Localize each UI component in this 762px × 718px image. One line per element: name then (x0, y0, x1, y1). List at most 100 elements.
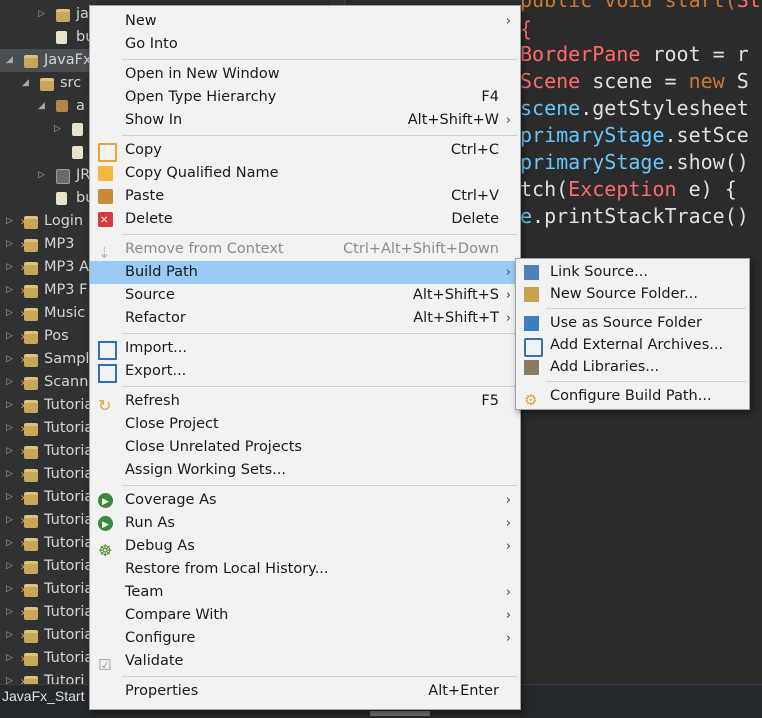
collapsed-arrow-icon[interactable]: ▷ (6, 532, 13, 555)
menu-item-build-path[interactable]: Build Path › (90, 261, 520, 284)
tree-row[interactable]: ▷ Scann (0, 371, 96, 396)
tree-row[interactable]: ◢ src (0, 72, 96, 95)
menu-item-close-unrelated-projects[interactable]: Close Unrelated Projects (90, 436, 520, 459)
menu-item-new[interactable]: New › (90, 10, 520, 33)
tree-row[interactable]: ▷ Tutoria (0, 394, 96, 419)
code-line: { (520, 16, 532, 43)
tree-row[interactable]: ▷java (0, 3, 96, 26)
menu-item-coverage-as[interactable]: Coverage As › (90, 489, 520, 514)
menu-item-remove-from-context: ⇣ Remove from Context Ctrl+Alt+Shift+Down (90, 238, 520, 262)
menu-item-restore-from-local-history[interactable]: Restore from Local History... (90, 558, 520, 581)
submenu-item-use-as-source-folder[interactable]: Use as Source Folder (516, 312, 749, 335)
menu-item-team[interactable]: Team › (90, 581, 520, 604)
submenu-item-new-source-folder[interactable]: New Source Folder... (516, 283, 749, 306)
tree-row[interactable]: ▷ (0, 118, 96, 141)
collapsed-arrow-icon[interactable]: ▷ (38, 3, 45, 26)
collapsed-arrow-icon[interactable]: ▷ (6, 440, 13, 463)
tree-row[interactable]: ▷ Tutoria (0, 555, 96, 580)
menu-item-export[interactable]: Export... (90, 360, 520, 383)
collapsed-arrow-icon[interactable]: ▷ (6, 670, 13, 684)
collapsed-arrow-icon[interactable]: ▷ (6, 302, 13, 325)
collapsed-arrow-icon[interactable]: ▷ (6, 348, 13, 371)
menu-item-assign-working-sets[interactable]: Assign Working Sets... (90, 459, 520, 482)
collapsed-arrow-icon[interactable]: ▷ (6, 624, 13, 647)
collapsed-arrow-icon[interactable]: ▷ (6, 256, 13, 279)
code-line: public void start(Stage pri (520, 0, 762, 14)
menu-item-debug-as[interactable]: ☸ Debug As › (90, 535, 520, 560)
tree-row[interactable]: ▷ Tutoria (0, 463, 96, 488)
menu-item-refresh[interactable]: ↻ Refresh F5 (90, 390, 520, 415)
tree-row[interactable]: ◢ JavaFx (0, 49, 96, 72)
tree-row[interactable]: bui (0, 26, 96, 49)
tree-row[interactable]: ▷ MP3 (0, 233, 96, 258)
tree-row[interactable]: ▷ Pos (0, 325, 96, 350)
collapsed-arrow-icon[interactable]: ▷ (6, 601, 13, 624)
submenu-item-link-source[interactable]: Link Source... (516, 261, 749, 284)
menu-item-copy[interactable]: Copy Ctrl+C (90, 139, 520, 162)
use-source-folder-icon (524, 316, 539, 331)
menu-item-show-in[interactable]: Show In Alt+Shift+W › (90, 109, 520, 132)
tree-row[interactable]: ▷ Tutoria (0, 486, 96, 511)
menu-item-configure[interactable]: Configure › (90, 627, 520, 650)
expanded-arrow-icon[interactable]: ◢ (6, 49, 13, 72)
menu-item-copy-qualified-name[interactable]: Copy Qualified Name (90, 162, 520, 185)
collapsed-arrow-icon[interactable]: ▷ (6, 647, 13, 670)
tree-row[interactable]: ▷ Tutoria (0, 624, 96, 649)
file-icon (56, 31, 67, 44)
menu-item-label: Go Into (125, 36, 178, 52)
menu-item-properties[interactable]: Properties Alt+Enter (90, 680, 520, 703)
tree-row[interactable]: ▷ Tutoria (0, 578, 96, 603)
collapsed-arrow-icon[interactable]: ▷ (54, 118, 61, 141)
tree-row[interactable]: ▷ Tutoria (0, 440, 96, 465)
menu-item-open-type-hierarchy[interactable]: Open Type Hierarchy F4 (90, 86, 520, 109)
tree-row[interactable]: ▷JRE (0, 164, 96, 187)
collapsed-arrow-icon[interactable]: ▷ (6, 509, 13, 532)
collapsed-arrow-icon[interactable]: ▷ (6, 555, 13, 578)
menu-item-close-project[interactable]: Close Project (90, 413, 520, 436)
tree-row[interactable]: ▷ Tutoria (0, 417, 96, 442)
tree-row[interactable]: ▷ Sampl (0, 348, 96, 373)
menu-item-validate[interactable]: ☑ Validate (90, 650, 520, 674)
tree-row[interactable]: ▷ Tutoria (0, 647, 96, 672)
submenu-item-add-external-archives[interactable]: Add External Archives... (516, 334, 749, 357)
tree-row[interactable]: ▷ MP3 F (0, 279, 96, 304)
menu-item-refactor[interactable]: Refactor Alt+Shift+T › (90, 307, 520, 330)
menu-item-run-as[interactable]: Run As › (90, 512, 520, 537)
menu-item-paste[interactable]: Paste Ctrl+V (90, 185, 520, 208)
tree-row[interactable]: ▷ Tutori (0, 670, 96, 684)
code-line: BorderPane root = r (520, 41, 749, 68)
menu-item-import[interactable]: Import... (90, 337, 520, 360)
menu-item-open-in-new-window[interactable]: Open in New Window (90, 63, 520, 86)
expanded-arrow-icon[interactable]: ◢ (22, 72, 29, 95)
tree-row[interactable]: ▷ Tutoria (0, 532, 96, 557)
menu-item-compare-with[interactable]: Compare With › (90, 604, 520, 627)
submenu-item-add-libraries[interactable]: Add Libraries... (516, 356, 749, 379)
tree-row[interactable]: ▷ Login (0, 210, 96, 235)
collapsed-arrow-icon[interactable]: ▷ (6, 486, 13, 509)
tree-row[interactable]: bui (0, 187, 96, 210)
collapsed-arrow-icon[interactable]: ▷ (6, 578, 13, 601)
tree-row[interactable]: ▷ Tutoria (0, 509, 96, 534)
collapsed-arrow-icon[interactable]: ▷ (6, 233, 13, 256)
refresh-icon: ↻ (98, 396, 112, 415)
collapsed-arrow-icon[interactable]: ▷ (6, 463, 13, 486)
project-folder-icon (20, 212, 38, 235)
menu-item-go-into[interactable]: Go Into (90, 33, 520, 56)
menu-item-delete[interactable]: Delete Delete (90, 208, 520, 232)
collapsed-arrow-icon[interactable]: ▷ (6, 325, 13, 348)
tree-row[interactable]: ◢ a (0, 95, 96, 118)
tree-row[interactable]: ▷ MP3 A (0, 256, 96, 281)
menu-item-source[interactable]: Source Alt+Shift+S › (90, 284, 520, 307)
collapsed-arrow-icon[interactable]: ▷ (6, 279, 13, 302)
tree-row[interactable] (0, 141, 96, 164)
expanded-arrow-icon[interactable]: ◢ (38, 95, 45, 118)
project-folder-icon (20, 373, 38, 396)
collapsed-arrow-icon[interactable]: ▷ (6, 394, 13, 417)
tree-row[interactable]: ▷ Tutoria (0, 601, 96, 626)
collapsed-arrow-icon[interactable]: ▷ (6, 371, 13, 394)
collapsed-arrow-icon[interactable]: ▷ (6, 210, 13, 233)
collapsed-arrow-icon[interactable]: ▷ (6, 417, 13, 440)
collapsed-arrow-icon[interactable]: ▷ (38, 164, 45, 187)
submenu-item-configure-build-path[interactable]: ⚙ Configure Build Path... (516, 385, 749, 409)
tree-row[interactable]: ▷ Music (0, 302, 96, 327)
